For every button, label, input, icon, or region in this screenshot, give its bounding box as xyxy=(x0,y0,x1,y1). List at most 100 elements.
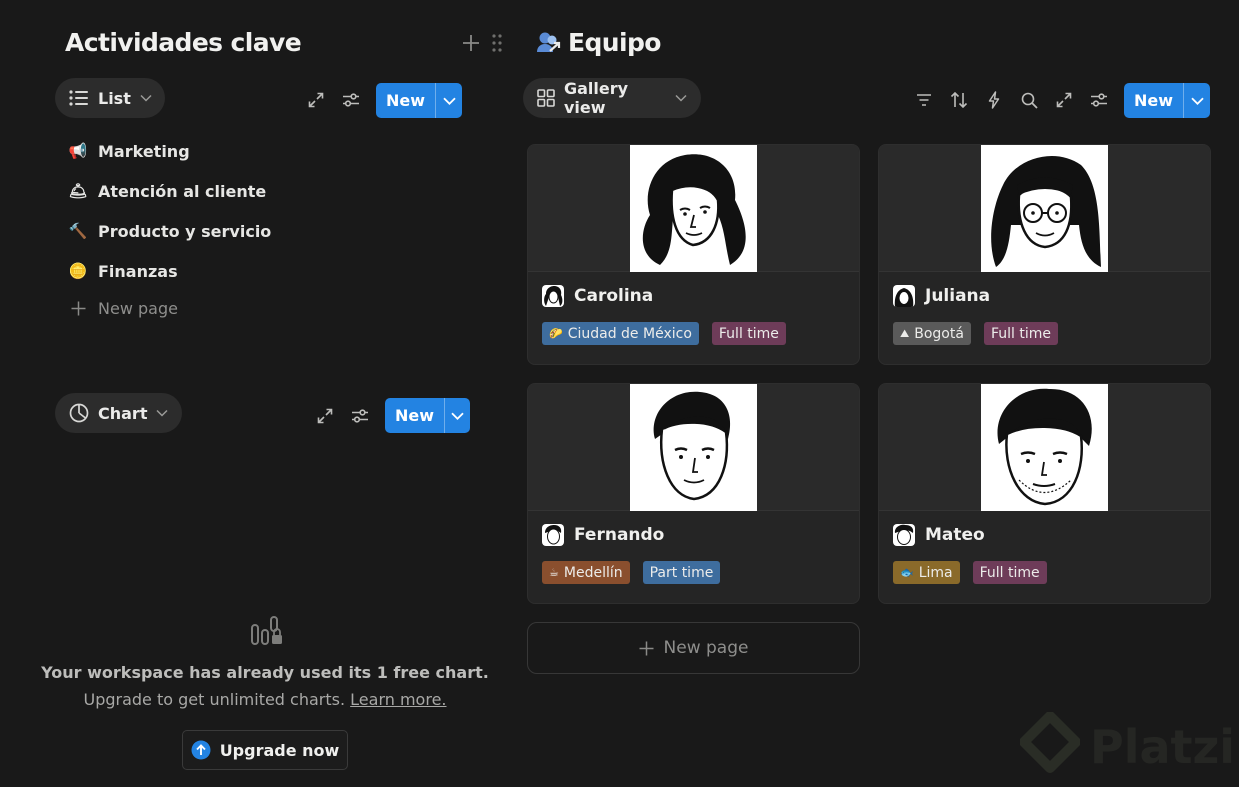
avatar xyxy=(542,524,564,546)
list-item-label: Marketing xyxy=(98,141,190,161)
taco-icon: 🌮 xyxy=(549,327,563,340)
upgrade-label: Upgrade now xyxy=(219,740,340,760)
bell-icon: 🛎 xyxy=(68,182,88,200)
tag-label: Part time xyxy=(649,564,714,581)
settings-sliders-icon[interactable] xyxy=(1087,88,1111,112)
list-items: 📢 Marketing 🛎 Atención al cliente 🔨 Prod… xyxy=(68,136,271,286)
expand-icon[interactable] xyxy=(304,88,328,112)
card-name: Fernando xyxy=(574,525,665,545)
list-view-label: List xyxy=(98,88,131,108)
card-tags: ⛰ Bogotá Full time xyxy=(879,307,1210,345)
card-cover xyxy=(528,145,859,272)
portrait-juliana xyxy=(981,145,1108,272)
settings-sliders-icon[interactable] xyxy=(339,88,363,112)
list-icon xyxy=(69,90,89,106)
location-tag: ⛰ Bogotá xyxy=(893,322,971,345)
avatar xyxy=(542,285,564,307)
schedule-tag: Full time xyxy=(983,322,1058,345)
portrait-fernando xyxy=(630,384,757,511)
upgrade-now-button[interactable]: Upgrade now xyxy=(182,730,348,770)
search-icon[interactable] xyxy=(1017,88,1041,112)
fish-icon: 🐟 xyxy=(900,566,914,579)
filter-icon[interactable] xyxy=(912,88,936,112)
chevron-down-icon xyxy=(140,94,152,102)
list-item[interactable]: 📢 Marketing xyxy=(68,136,271,166)
new-label: New xyxy=(386,91,426,110)
card-tags: 🐟 Lima Full time xyxy=(879,546,1210,584)
tag-label: Full time xyxy=(979,564,1040,581)
avatar xyxy=(893,285,915,307)
settings-sliders-icon[interactable] xyxy=(348,404,372,428)
chart-locked-icon xyxy=(250,615,284,647)
gallery-card-juliana[interactable]: Juliana ⛰ Bogotá Full time xyxy=(878,144,1211,365)
gallery-new-button[interactable]: New xyxy=(1124,83,1210,118)
hammer-icon: 🔨 xyxy=(68,222,88,240)
card-name: Carolina xyxy=(574,286,654,306)
page-title-equipo: Equipo xyxy=(568,28,661,57)
coin-icon: 🪙 xyxy=(68,262,88,280)
list-item[interactable]: 🔨 Producto y servicio xyxy=(68,216,272,246)
list-new-button[interactable]: New xyxy=(376,83,462,118)
gallery-card-mateo[interactable]: Mateo 🐟 Lima Full time xyxy=(878,383,1211,604)
location-tag: 🌮 Ciudad de México xyxy=(542,322,699,345)
chevron-down-icon[interactable] xyxy=(444,398,470,433)
platzi-logo-icon xyxy=(1020,712,1080,780)
list-new-page[interactable]: New page xyxy=(71,299,178,318)
megaphone-icon: 📢 xyxy=(68,142,88,160)
plus-icon xyxy=(71,301,86,316)
coffee-icon: ☕ xyxy=(549,566,559,579)
sort-icon[interactable] xyxy=(947,88,971,112)
card-tags: ☕ Medellín Part time xyxy=(528,546,859,584)
new-page-label: New page xyxy=(663,638,749,658)
tag-label: Full time xyxy=(718,325,779,342)
location-tag: 🐟 Lima xyxy=(893,561,960,584)
location-tag: ☕ Medellín xyxy=(542,561,630,584)
card-cover xyxy=(879,384,1210,511)
gallery-view-selector[interactable]: Gallery view xyxy=(523,78,701,118)
chart-limit-text: Upgrade to get unlimited charts. xyxy=(83,690,346,709)
add-view-icon[interactable] xyxy=(459,31,483,55)
drag-handle-icon[interactable] xyxy=(485,31,509,55)
expand-icon[interactable] xyxy=(313,404,337,428)
chart-new-button[interactable]: New xyxy=(385,398,470,433)
tag-label: Bogotá xyxy=(914,325,964,342)
gallery-new-page[interactable]: New page xyxy=(527,622,860,674)
list-item[interactable]: 🪙 Finanzas xyxy=(68,256,271,286)
gallery-card-carolina[interactable]: Carolina 🌮 Ciudad de México Full time xyxy=(527,144,860,365)
chevron-down-icon[interactable] xyxy=(435,83,462,118)
card-cover xyxy=(528,384,859,511)
chevron-down-icon[interactable] xyxy=(1183,83,1210,118)
learn-more-link[interactable]: Learn more. xyxy=(350,690,446,709)
new-label: New xyxy=(1134,91,1174,110)
chart-view-selector[interactable]: Chart xyxy=(55,393,182,433)
tag-label: Lima xyxy=(918,564,953,581)
list-item-label: Atención al cliente xyxy=(98,181,267,201)
gallery-card-fernando[interactable]: Fernando ☕ Medellín Part time xyxy=(527,383,860,604)
chevron-down-icon xyxy=(156,409,168,417)
plus-icon xyxy=(639,641,654,656)
card-title-row: Fernando xyxy=(528,511,859,546)
portrait-mateo xyxy=(981,384,1108,511)
chart-view-label: Chart xyxy=(98,403,148,423)
new-page-label: New page xyxy=(98,299,178,318)
lightning-icon[interactable] xyxy=(982,88,1006,112)
pie-chart-icon xyxy=(69,403,89,423)
arrow-up-circle-icon xyxy=(191,740,211,760)
portrait-carolina xyxy=(630,145,757,272)
gallery-view-label: Gallery view xyxy=(564,79,629,117)
team-icon xyxy=(536,31,562,55)
avatar xyxy=(893,524,915,546)
watermark-text: Platzi xyxy=(1090,720,1236,774)
card-tags: 🌮 Ciudad de México Full time xyxy=(528,307,859,345)
card-title-row: Carolina xyxy=(528,272,859,307)
expand-icon[interactable] xyxy=(1052,88,1076,112)
tag-label: Full time xyxy=(990,325,1051,342)
card-title-row: Juliana xyxy=(879,272,1210,307)
list-item-label: Producto y servicio xyxy=(98,221,272,241)
card-name: Mateo xyxy=(925,525,985,545)
mountain-icon: ⛰ xyxy=(900,326,910,340)
new-label: New xyxy=(395,406,435,425)
tag-label: Ciudad de México xyxy=(567,325,692,342)
list-view-selector[interactable]: List xyxy=(55,78,165,118)
list-item[interactable]: 🛎 Atención al cliente xyxy=(68,176,271,206)
